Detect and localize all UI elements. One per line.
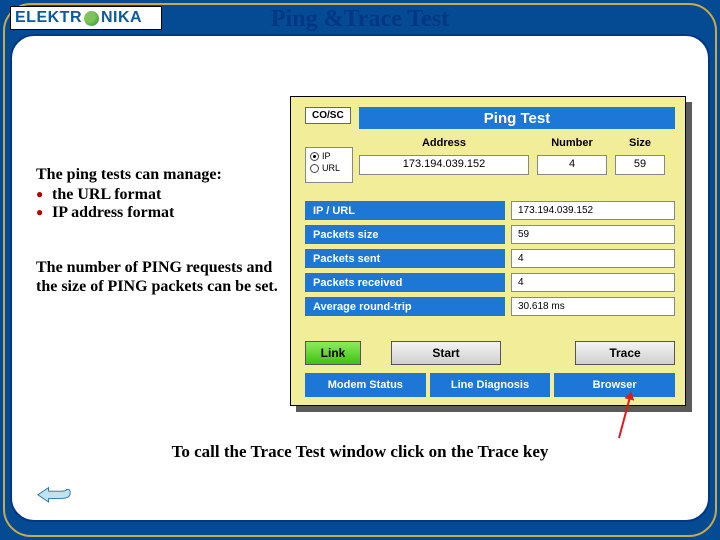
radio-group[interactable]: IP URL (305, 147, 353, 183)
desc-item-1: the URL format (36, 186, 296, 204)
address-input[interactable]: 173.194.039.152 (359, 155, 529, 175)
radio-ip-label: IP (322, 151, 331, 161)
column-headers: Address Number Size (359, 137, 675, 149)
desc-item-2: IP address format (36, 204, 296, 222)
logo-text-right: NIKA (101, 9, 142, 27)
desc-heading: The ping tests can manage: (36, 166, 296, 184)
trace-button[interactable]: Trace (575, 341, 675, 365)
col-number: Number (537, 137, 607, 149)
res-value-ipurl: 173.194.039.152 (511, 201, 675, 220)
result-row-size: Packets size 59 (305, 225, 675, 244)
size-input[interactable]: 59 (615, 155, 665, 175)
bottom-instruction: To call the Trace Test window click on t… (12, 442, 708, 462)
start-button[interactable]: Start (391, 341, 501, 365)
content-card: The ping tests can manage: the URL forma… (10, 34, 710, 522)
res-value-sent: 4 (511, 249, 675, 268)
logo-text-left: ELEKTR (15, 9, 82, 27)
res-value-rtt: 30.618 ms (511, 297, 675, 316)
col-size: Size (615, 137, 665, 149)
bottombar-browser[interactable]: Browser (554, 373, 675, 397)
globe-icon (84, 11, 99, 26)
description-block: The ping tests can manage: the URL forma… (36, 166, 296, 296)
device-screen: CO/SC Ping Test Address Number Size IP U… (290, 96, 686, 406)
col-address: Address (359, 137, 529, 149)
radio-ip[interactable] (310, 152, 319, 161)
bottombar-line[interactable]: Line Diagnosis (430, 373, 551, 397)
res-label-rtt: Average round-trip (305, 297, 505, 316)
res-value-size: 59 (511, 225, 675, 244)
radio-url-label: URL (322, 163, 340, 173)
res-label-ipurl: IP / URL (305, 201, 505, 220)
result-row-ipurl: IP / URL 173.194.039.152 (305, 201, 675, 220)
co-sc-button[interactable]: CO/SC (305, 107, 351, 124)
desc-paragraph: The number of PING requests and the size… (36, 258, 296, 296)
back-arrow-button[interactable] (36, 482, 72, 504)
bottombar-modem[interactable]: Modem Status (305, 373, 426, 397)
link-button[interactable]: Link (305, 341, 361, 365)
back-arrow-icon (36, 482, 72, 504)
device-title: Ping Test (359, 107, 675, 129)
result-row-rtt: Average round-trip 30.618 ms (305, 297, 675, 316)
res-label-sent: Packets sent (305, 249, 505, 268)
result-row-recv: Packets received 4 (305, 273, 675, 292)
logo: ELEKTR NIKA (10, 6, 162, 30)
result-row-sent: Packets sent 4 (305, 249, 675, 268)
device-screenshot: CO/SC Ping Test Address Number Size IP U… (290, 96, 686, 406)
res-value-recv: 4 (511, 273, 675, 292)
res-label-size: Packets size (305, 225, 505, 244)
radio-url[interactable] (310, 164, 319, 173)
number-input[interactable]: 4 (537, 155, 607, 175)
res-label-recv: Packets received (305, 273, 505, 292)
